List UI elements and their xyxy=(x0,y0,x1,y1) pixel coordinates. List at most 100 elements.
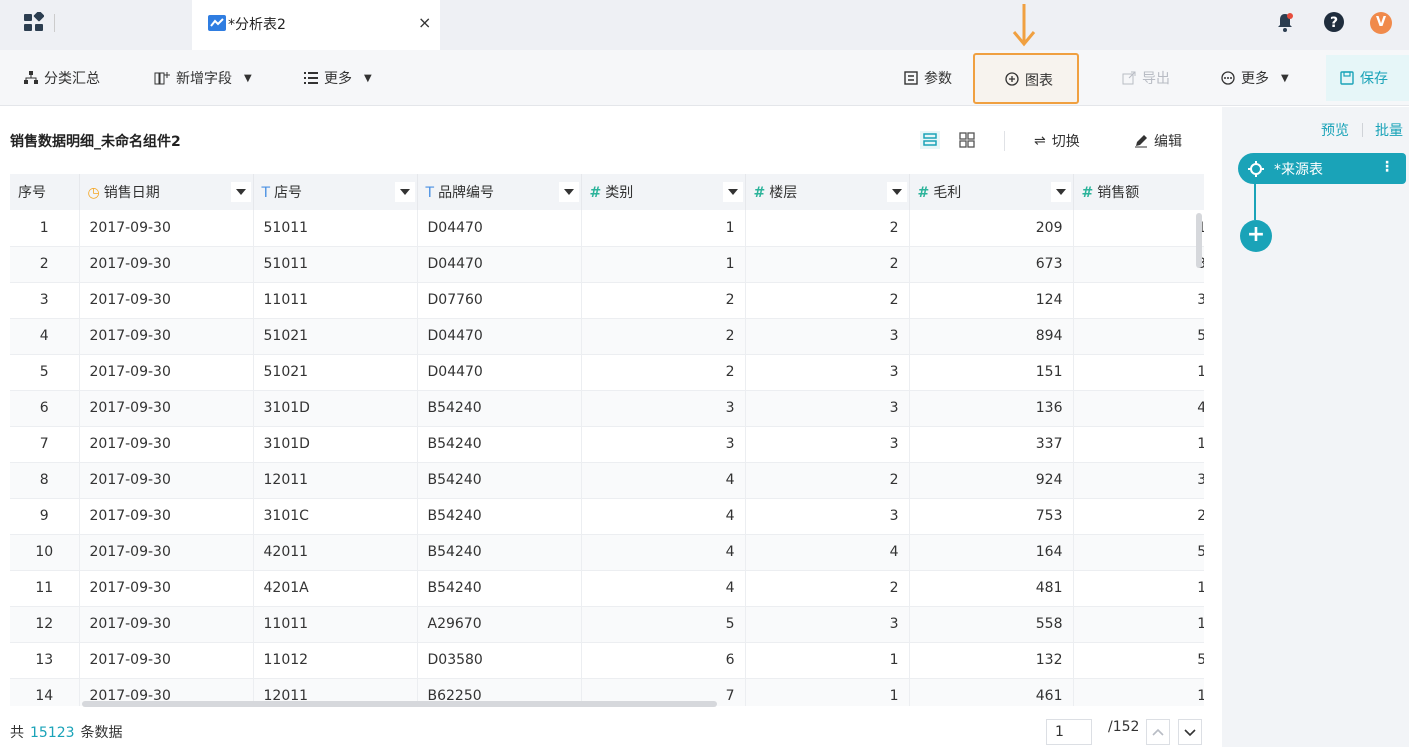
column-menu-button[interactable] xyxy=(722,182,743,202)
table-cell[interactable]: 1 xyxy=(745,678,910,706)
table-cell[interactable]: 337 xyxy=(909,426,1074,463)
column-header[interactable]: ◷ 销售日期 xyxy=(79,174,254,210)
table-cell[interactable]: 2017-09-30 xyxy=(79,390,254,427)
table-cell[interactable]: 2017-09-30 xyxy=(79,462,254,499)
table-cell[interactable]: 3101D xyxy=(253,390,418,427)
table-cell[interactable]: 2 xyxy=(581,282,746,319)
table-cell[interactable]: 4,8 xyxy=(1073,390,1204,427)
table-cell[interactable]: 8 xyxy=(10,462,80,499)
column-header[interactable]: T 店号 xyxy=(253,174,418,210)
table-cell[interactable]: 673 xyxy=(909,246,1074,283)
table-cell[interactable]: 4 xyxy=(581,498,746,535)
table-cell[interactable]: 3,5 xyxy=(1073,462,1204,499)
column-header[interactable]: # 类别 xyxy=(581,174,746,210)
table-cell[interactable]: 4 xyxy=(745,534,910,571)
user-avatar[interactable]: V xyxy=(1370,12,1392,34)
table-cell[interactable]: 2017-09-30 xyxy=(79,426,254,463)
add-step-button[interactable]: + xyxy=(1240,220,1272,252)
table-cell[interactable]: 481 xyxy=(909,570,1074,607)
table-cell[interactable]: 3 xyxy=(745,606,910,643)
table-cell[interactable]: 4 xyxy=(10,318,80,355)
table-cell[interactable]: 12011 xyxy=(253,462,418,499)
table-cell[interactable]: 164 xyxy=(909,534,1074,571)
table-cell[interactable]: D04470 xyxy=(417,246,582,283)
table-row[interactable]: 42017-09-3051021D04470238945,9 xyxy=(10,318,1204,355)
table-cell[interactable]: 2017-09-30 xyxy=(79,246,254,283)
table-cell[interactable]: 9 xyxy=(10,498,80,535)
table-row[interactable]: 52017-09-3051021D04470231511,0 xyxy=(10,354,1204,391)
table-row[interactable]: 12017-09-3051011D04470122091,0 xyxy=(10,210,1204,247)
column-header[interactable]: 序号 xyxy=(10,174,80,210)
table-cell[interactable]: 2 xyxy=(745,570,910,607)
table-cell[interactable]: 4 xyxy=(581,570,746,607)
table-cell[interactable]: 132 xyxy=(909,642,1074,679)
table-cell[interactable]: 2017-09-30 xyxy=(79,606,254,643)
table-row[interactable]: 122017-09-3011011A29670535581,7 xyxy=(10,606,1204,643)
table-cell[interactable]: 3 xyxy=(581,390,746,427)
table-cell[interactable]: 4201A xyxy=(253,570,418,607)
table-cell[interactable]: 1,7 xyxy=(1073,606,1204,643)
table-cell[interactable]: 2017-09-30 xyxy=(79,570,254,607)
table-cell[interactable]: B54240 xyxy=(417,534,582,571)
table-cell[interactable]: 3 xyxy=(745,426,910,463)
table-cell[interactable]: 124 xyxy=(909,282,1074,319)
table-cell[interactable]: 2 xyxy=(745,282,910,319)
table-row[interactable]: 72017-09-303101DB54240333371,2 xyxy=(10,426,1204,463)
bell-icon[interactable] xyxy=(1276,12,1294,32)
table-cell[interactable]: 5,3 xyxy=(1073,642,1204,679)
table-cell[interactable]: 1,2 xyxy=(1073,426,1204,463)
table-cell[interactable]: 1,7 xyxy=(1073,570,1204,607)
table-cell[interactable]: 2017-09-30 xyxy=(79,534,254,571)
table-cell[interactable]: 753 xyxy=(909,498,1074,535)
vertical-scrollbar[interactable] xyxy=(1196,213,1202,268)
more-left-button[interactable]: 更多 ▼ xyxy=(304,68,372,88)
more-right-button[interactable]: 更多 ▼ xyxy=(1221,68,1289,88)
table-cell[interactable]: 1,0 xyxy=(1073,354,1204,391)
table-row[interactable]: 112017-09-304201AB54240424811,7 xyxy=(10,570,1204,607)
table-row[interactable]: 32017-09-3011011D07760221243,9 xyxy=(10,282,1204,319)
source-table-node[interactable]: *来源表 ⋮ xyxy=(1238,153,1406,184)
table-cell[interactable]: D04470 xyxy=(417,318,582,355)
table-cell[interactable]: 5,6 xyxy=(1073,534,1204,571)
table-cell[interactable]: 461 xyxy=(909,678,1074,706)
table-cell[interactable]: 11011 xyxy=(253,606,418,643)
table-cell[interactable]: B54240 xyxy=(417,462,582,499)
table-cell[interactable]: 10 xyxy=(10,534,80,571)
table-cell[interactable]: 924 xyxy=(909,462,1074,499)
column-header[interactable]: T 品牌编号 xyxy=(417,174,582,210)
tab-close-button[interactable]: × xyxy=(418,13,431,32)
card-view-icon[interactable] xyxy=(958,131,976,149)
batch-link[interactable]: 批量 xyxy=(1375,120,1403,140)
table-cell[interactable]: 3,3 xyxy=(1073,246,1204,283)
table-cell[interactable]: 4 xyxy=(581,462,746,499)
table-cell[interactable]: 3 xyxy=(745,318,910,355)
column-header[interactable]: # 楼层 xyxy=(745,174,910,210)
params-button[interactable]: 参数 xyxy=(904,68,952,88)
node-menu-icon[interactable]: ⋮ xyxy=(1380,159,1394,175)
column-header[interactable]: # 销售额 xyxy=(1073,174,1204,210)
add-field-button[interactable]: 新增字段 ▼ xyxy=(154,68,252,88)
table-cell[interactable]: 3 xyxy=(745,390,910,427)
table-cell[interactable]: A29670 xyxy=(417,606,582,643)
table-row[interactable]: 92017-09-303101CB54240437532,7 xyxy=(10,498,1204,535)
column-header[interactable]: # 毛利 xyxy=(909,174,1074,210)
table-cell[interactable]: 3101C xyxy=(253,498,418,535)
table-cell[interactable]: 2017-09-30 xyxy=(79,282,254,319)
table-cell[interactable]: 11011 xyxy=(253,282,418,319)
table-cell[interactable]: 2,7 xyxy=(1073,498,1204,535)
table-cell[interactable]: 1 xyxy=(10,210,80,247)
table-row[interactable]: 62017-09-303101DB54240331364,8 xyxy=(10,390,1204,427)
table-cell[interactable]: 2 xyxy=(581,354,746,391)
table-cell[interactable]: 6 xyxy=(581,642,746,679)
table-cell[interactable]: 12 xyxy=(10,606,80,643)
table-row[interactable]: 132017-09-3011012D03580611325,3 xyxy=(10,642,1204,679)
table-cell[interactable]: 7 xyxy=(10,426,80,463)
column-menu-button[interactable] xyxy=(394,182,415,202)
table-cell[interactable]: 2017-09-30 xyxy=(79,210,254,247)
edit-button[interactable]: 编辑 xyxy=(1134,131,1182,151)
column-menu-button[interactable] xyxy=(1050,182,1071,202)
table-cell[interactable]: 136 xyxy=(909,390,1074,427)
table-cell[interactable]: 2017-09-30 xyxy=(79,354,254,391)
table-cell[interactable]: 51021 xyxy=(253,354,418,391)
table-cell[interactable]: D07760 xyxy=(417,282,582,319)
